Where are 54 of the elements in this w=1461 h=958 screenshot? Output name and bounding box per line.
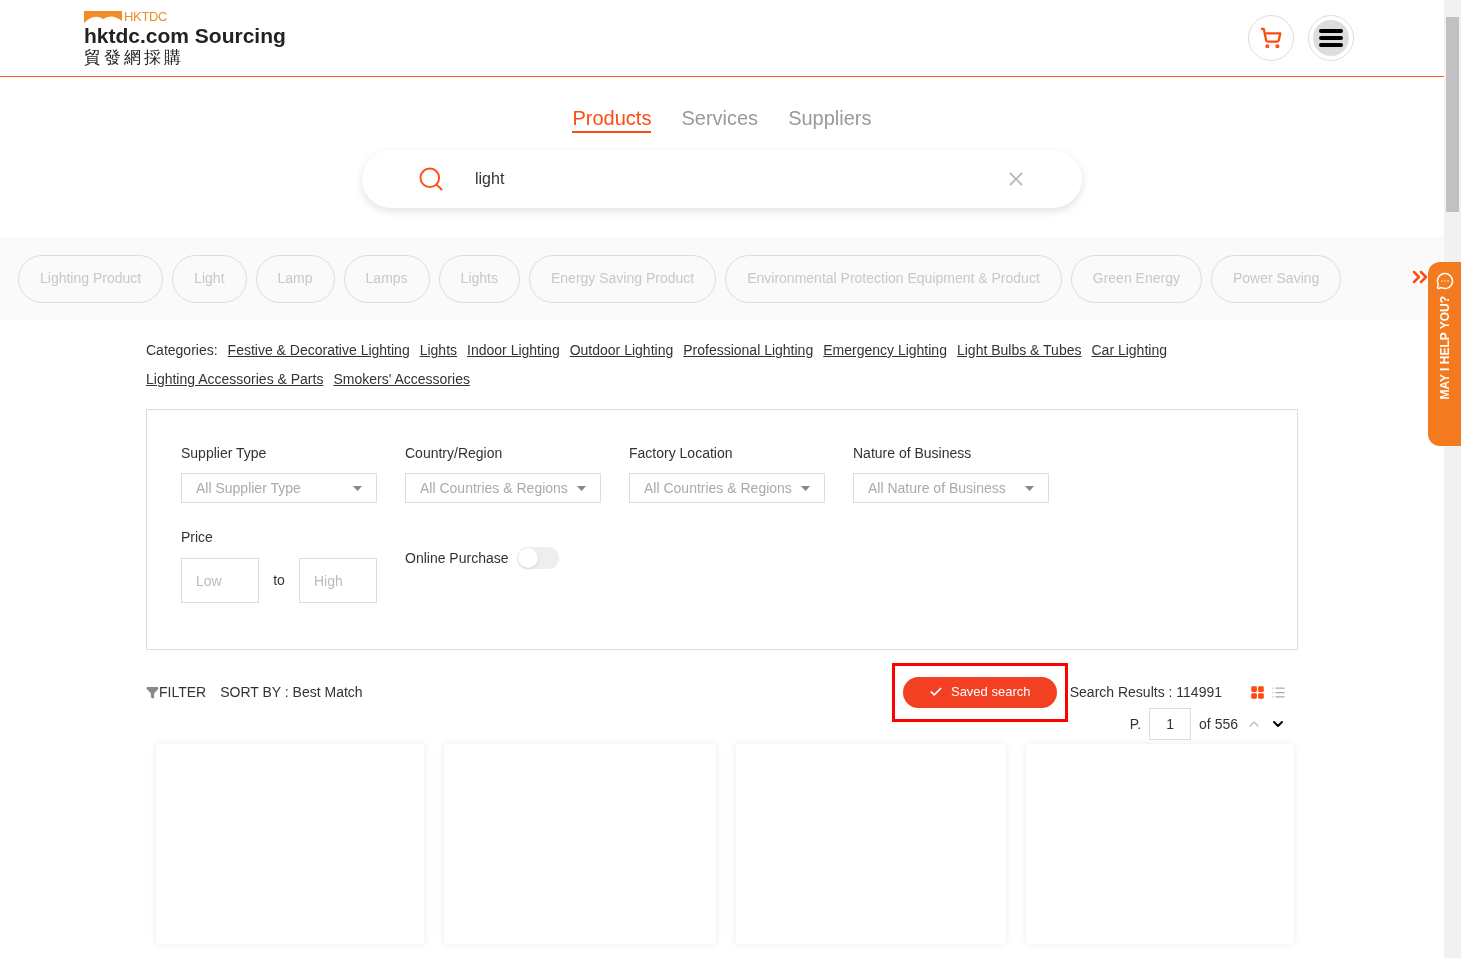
filter-dropdown[interactable]: All Supplier Type (181, 473, 377, 503)
filter-dropdown[interactable]: All Countries & Regions (405, 473, 601, 503)
site-name: hktdc.com Sourcing (84, 25, 286, 46)
search-field[interactable]: light (475, 167, 975, 191)
price-label: Price (181, 528, 214, 547)
menu-icon (1319, 29, 1343, 47)
category-link[interactable]: Car Lighting (1091, 339, 1167, 362)
brand-text: HKTDC (124, 10, 168, 23)
category-link[interactable]: Lights (419, 339, 458, 362)
filter-label: Supplier Type (181, 444, 268, 463)
dropdown-caret-icon (1025, 485, 1034, 491)
sort-by-text: SORT BY : Best Match (220, 682, 363, 702)
site-name-chinese: 貿發網採購 (84, 49, 185, 66)
help-tab[interactable]: MAY I HELP YOU? (1428, 262, 1461, 446)
filter-dropdown[interactable]: All Nature of Business (853, 473, 1049, 503)
price-to-text: to (273, 571, 285, 590)
category-link[interactable]: Professional Lighting (683, 339, 814, 362)
category-link[interactable]: Lighting Accessories & Parts (146, 368, 324, 391)
category-link[interactable]: Light Bulbs & Tubes (956, 339, 1082, 362)
category-link[interactable]: Indoor Lighting (467, 339, 560, 362)
logo-icon (84, 10, 122, 23)
filter-icon (146, 685, 159, 699)
cart-icon (1260, 27, 1282, 49)
dropdown-caret-icon (353, 485, 362, 491)
page-number-field[interactable]: 1 (1149, 708, 1192, 740)
search-tab[interactable]: Services (681, 105, 759, 133)
grid-view-button[interactable] (1250, 684, 1265, 700)
search-tab[interactable]: Suppliers (788, 105, 872, 133)
search-results-count: Search Results : 114991 (1069, 682, 1222, 702)
filter-dropdown[interactable]: All Countries & Regions (629, 473, 825, 503)
page-prefix: P. (1129, 714, 1142, 734)
category-link[interactable]: Smokers' Accessories (333, 368, 470, 391)
category-link[interactable]: Outdoor Lighting (569, 339, 674, 362)
check-icon (928, 685, 943, 699)
price-high-field[interactable]: High (299, 558, 377, 603)
categories-label: Categories: (146, 341, 218, 360)
chat-icon (1435, 272, 1454, 290)
price-low-field[interactable]: Low (181, 558, 259, 603)
filter-button[interactable]: FILTER (146, 681, 207, 703)
filter-label: Country/Region (405, 444, 504, 463)
saved-search-button[interactable]: Saved search (902, 676, 1057, 708)
category-link[interactable]: Festive & Decorative Lighting (227, 339, 410, 362)
page-total: of 556 (1199, 714, 1238, 734)
dropdown-caret-icon (801, 485, 810, 491)
dropdown-caret-icon (577, 485, 586, 491)
category-link[interactable]: Emergency Lighting (823, 339, 947, 362)
filter-label: Nature of Business (853, 444, 973, 463)
online-purchase-toggle[interactable] (516, 547, 559, 569)
list-view-button[interactable] (1271, 684, 1286, 700)
online-purchase-label: Online Purchase (405, 548, 509, 568)
search-tab[interactable]: Products (572, 105, 652, 133)
search-icon (417, 165, 445, 193)
scrollbar-thumb[interactable] (1446, 17, 1459, 212)
filter-label: Factory Location (629, 444, 734, 463)
